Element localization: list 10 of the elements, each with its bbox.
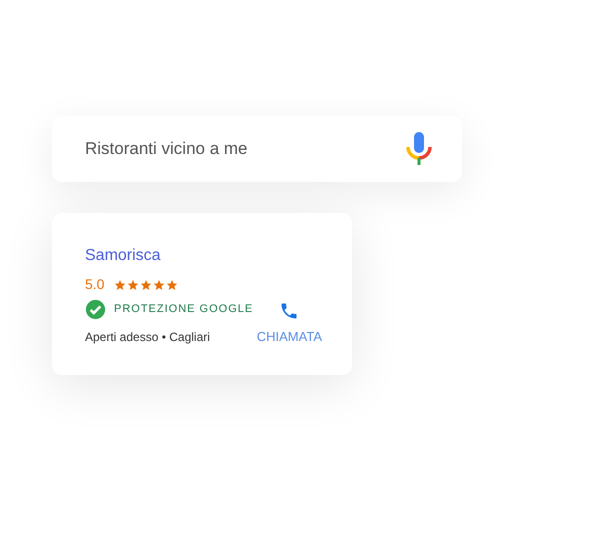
check-badge-icon [85,299,106,320]
search-bar[interactable]: Ristoranti vicino a me [52,116,462,182]
call-button[interactable]: CHIAMATA [256,299,322,346]
search-text: Ristoranti vicino a me [85,138,248,160]
protection-label: PROTEZIONE GOOGLE [114,302,254,318]
place-name[interactable]: Samorisca [85,246,322,266]
microphone-icon[interactable] [406,132,432,166]
rating-value: 5.0 [85,275,104,294]
phone-icon [279,301,300,321]
place-details: Aperti adesso • Cagliari [85,329,211,346]
